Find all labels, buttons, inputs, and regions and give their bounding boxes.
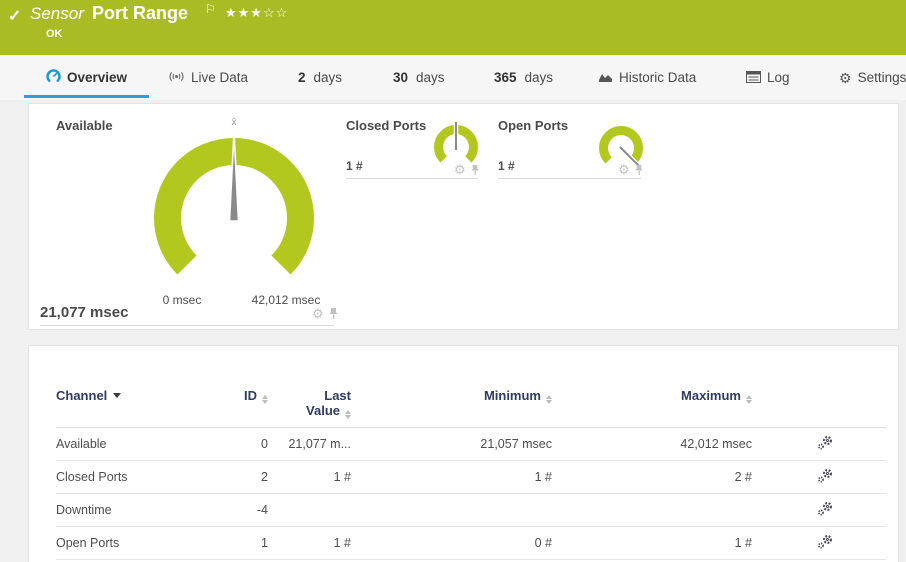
col-header-id-label: ID — [244, 388, 257, 403]
gauge-closed-ports-label: Closed Ports — [346, 118, 427, 133]
tab-2-days-label: days — [313, 70, 343, 85]
col-header-value-label: Value — [306, 403, 340, 418]
log-list-icon — [746, 70, 761, 85]
table-row-available[interactable]: Available 0 21,077 m... 21,057 msec 42,0… — [56, 428, 886, 461]
channel-settings-gear-icon[interactable]: ⚙ — [618, 163, 630, 176]
gauge-icon — [46, 69, 61, 86]
channel-minimum: 0 # — [534, 536, 552, 550]
tab-bar: Overview Live Data 2 days 30 days 365 da… — [0, 55, 906, 100]
gauge-closed-ports-actions: ⚙ — [454, 163, 480, 176]
channel-settings-gear-icon[interactable]: ⚙ — [454, 163, 466, 176]
tab-2-days-number: 2 — [298, 70, 306, 85]
col-header-maximum-label: Maximum — [681, 388, 741, 403]
gauge-available-actions: ⚙ — [312, 307, 339, 320]
gauge-min-label: 0 msec — [162, 293, 202, 307]
channel-id: 1 — [261, 536, 268, 550]
flag-icon[interactable]: ⚐ — [205, 2, 216, 16]
gauge-max-label: 42,012 msec — [251, 293, 321, 307]
channel-table-header: Channel ID Last Value Minimum Maximum — [56, 346, 886, 428]
gauge-closed-ports-value: 1 # — [346, 159, 363, 173]
sensor-titlebar: ✓ Sensor Port Range ⚐ ★★★☆☆ OK — [0, 0, 906, 55]
table-row-closed-ports[interactable]: Closed Ports 2 1 # 1 # 2 # — [56, 461, 886, 494]
channel-name: Available — [56, 437, 107, 451]
sensor-title: Port Range — [92, 3, 189, 23]
channel-last-value: 1 # — [333, 536, 351, 550]
tab-live-data[interactable]: Live Data — [168, 55, 248, 100]
sensor-status-badge: OK — [46, 28, 63, 40]
tab-2-days[interactable]: 2 days — [298, 55, 342, 100]
channel-name: Open Ports — [56, 536, 120, 550]
gauges-panel: Available x̄ 0 msec 42,012 msec 21,077 m… — [28, 103, 899, 330]
gauge-open-ports-actions: ⚙ — [618, 163, 644, 176]
col-header-last-label: Last — [324, 388, 351, 403]
col-header-minimum-label: Minimum — [483, 388, 541, 403]
channel-name: Downtime — [56, 503, 112, 517]
gauge-available-divider — [40, 325, 334, 326]
gauge-closed-ports-divider — [346, 178, 478, 179]
col-header-channel-label: Channel — [56, 388, 108, 403]
pin-icon[interactable] — [470, 164, 480, 176]
channel-last-value: 1 # — [333, 470, 351, 484]
table-row-open-ports[interactable]: Open Ports 1 1 # 0 # 1 # — [56, 527, 886, 560]
broadcast-icon — [168, 70, 185, 85]
tab-30-days-number: 30 — [393, 70, 409, 85]
gauge-open-ports-label: Open Ports — [498, 118, 569, 133]
tab-overview[interactable]: Overview — [24, 55, 149, 100]
channel-id: 2 — [261, 470, 268, 484]
tab-historic-data[interactable]: Historic Data — [598, 55, 696, 100]
channel-last-value: 21,077 m... — [288, 437, 351, 451]
pin-icon[interactable] — [634, 164, 644, 176]
channel-settings-gears-icon[interactable] — [817, 501, 834, 520]
average-marker: x̄ — [232, 117, 237, 128]
col-header-maximum[interactable]: Maximum — [552, 388, 752, 419]
col-header-minimum[interactable]: Minimum — [351, 388, 552, 419]
col-header-last-value[interactable]: Last Value — [268, 388, 351, 419]
channel-settings-gears-icon[interactable] — [817, 534, 834, 553]
gauge-open-ports-value: 1 # — [498, 159, 515, 173]
channel-minimum: 1 # — [534, 470, 552, 484]
tab-365-days[interactable]: 365 days — [494, 55, 553, 100]
gear-icon: ⚙ — [839, 69, 852, 86]
gauge-available-label: Available — [56, 118, 113, 133]
tab-30-days-label: days — [416, 70, 445, 85]
sort-descending-icon — [113, 393, 122, 398]
channel-maximum: 2 # — [734, 470, 752, 484]
col-header-id[interactable]: ID — [216, 388, 268, 419]
gauge-available-value: 21,077 msec — [40, 304, 129, 321]
tab-30-days[interactable]: 30 days — [393, 55, 445, 100]
channel-settings-gears-icon[interactable] — [817, 468, 834, 487]
tab-settings-label: Settings — [857, 70, 906, 85]
gauge-open-ports-divider — [498, 178, 641, 179]
tab-log[interactable]: Log — [746, 55, 790, 100]
sensor-kind-label: Sensor — [30, 4, 84, 23]
channel-id: -4 — [256, 503, 268, 517]
tab-historic-data-label: Historic Data — [619, 70, 697, 85]
available-gauge: x̄ — [154, 117, 314, 275]
channel-settings-gear-icon[interactable]: ⚙ — [312, 307, 324, 320]
pin-icon[interactable] — [328, 307, 339, 320]
tab-365-days-label: days — [524, 70, 554, 85]
channel-id: 0 — [261, 437, 268, 451]
col-header-channel[interactable]: Channel — [56, 388, 216, 419]
tab-settings[interactable]: ⚙ Settings — [839, 55, 906, 100]
channel-maximum: 42,012 msec — [680, 437, 752, 451]
channel-minimum: 21,057 msec — [480, 437, 552, 451]
tab-overview-label: Overview — [66, 70, 128, 85]
historic-chart-icon — [598, 71, 613, 85]
channel-name: Closed Ports — [56, 470, 128, 484]
priority-stars[interactable]: ★★★☆☆ — [225, 5, 288, 21]
status-ok-check-icon: ✓ — [8, 8, 22, 25]
tab-live-data-label: Live Data — [191, 70, 249, 85]
tab-365-days-number: 365 — [494, 70, 517, 85]
tab-log-label: Log — [767, 70, 790, 85]
table-row-downtime[interactable]: Downtime -4 — [56, 494, 886, 527]
active-tab-underline — [24, 95, 149, 98]
channel-maximum: 1 # — [734, 536, 752, 550]
channel-table-panel: Channel ID Last Value Minimum Maximum Av… — [28, 345, 899, 562]
channel-settings-gears-icon[interactable] — [817, 435, 834, 454]
